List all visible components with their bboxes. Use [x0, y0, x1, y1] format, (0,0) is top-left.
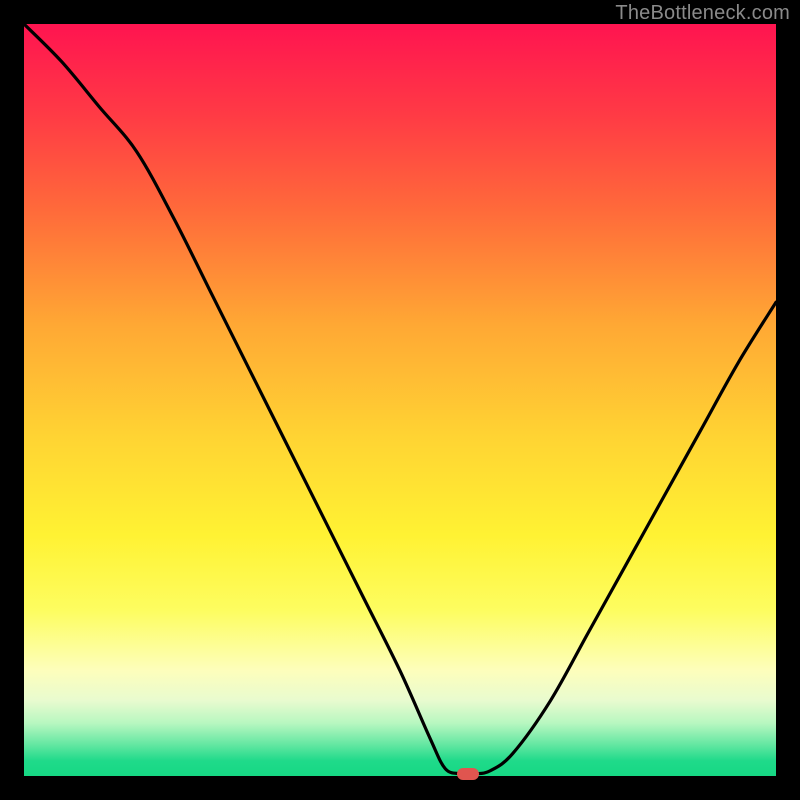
plot-area	[24, 24, 776, 776]
bottleneck-curve	[24, 24, 776, 774]
optimal-point-marker	[457, 768, 479, 780]
chart-frame: TheBottleneck.com	[0, 0, 800, 800]
watermark-text: TheBottleneck.com	[615, 2, 790, 25]
curve-svg	[24, 24, 776, 776]
